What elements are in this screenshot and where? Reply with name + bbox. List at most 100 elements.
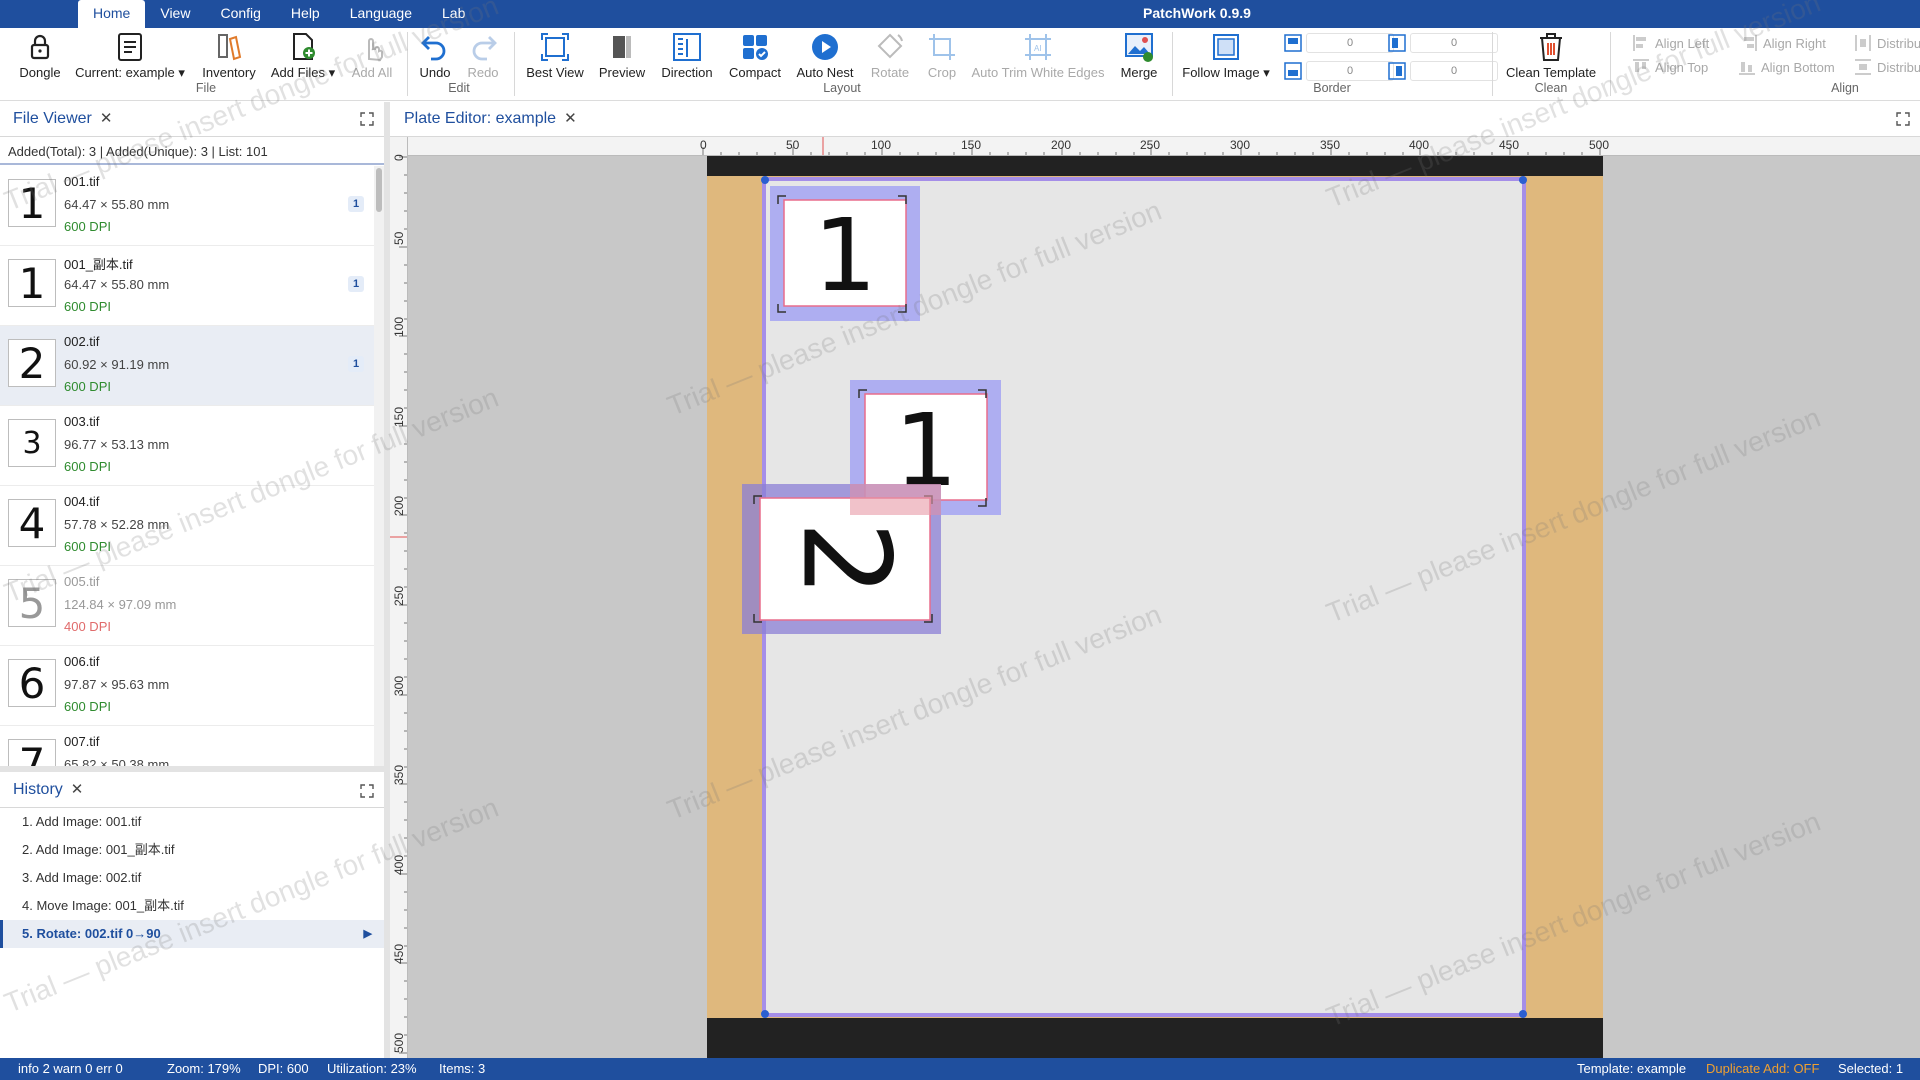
crop-button[interactable]: Crop [922, 30, 962, 86]
clean-template-button[interactable]: Clean Template [1500, 30, 1602, 86]
file-list[interactable]: 1 001.tif 64.47 × 55.80 mm 600 DPI 1 1 0… [0, 166, 374, 766]
menu-config[interactable]: Config [205, 0, 275, 28]
file-size: 65.82 × 50.38 mm [64, 757, 170, 766]
group-align-label: Align [1831, 81, 1859, 95]
align-bottom-button[interactable]: Align Bottom [1738, 58, 1835, 76]
align-bottom-label: Align Bottom [1761, 59, 1835, 75]
file-thumbnail: 6 [8, 659, 56, 708]
list-item[interactable]: 7 007.tif 65.82 × 50.38 mm [0, 726, 374, 766]
history-item[interactable]: 2. Add Image: 001_副本.tif [0, 836, 384, 864]
inventory-button[interactable]: Inventory [198, 30, 260, 86]
file-size: 96.77 × 53.13 mm [64, 437, 170, 452]
dongle-button[interactable]: Dongle [15, 30, 65, 86]
scrollbar-thumb[interactable] [376, 168, 382, 212]
maximize-icon[interactable] [1896, 112, 1910, 126]
list-item[interactable]: 2 002.tif 60.92 × 91.19 mm 600 DPI 1 [0, 326, 374, 406]
close-icon[interactable]: ✕ [100, 110, 113, 127]
plate-canvas[interactable]: 1 1 2 [408, 156, 1920, 1058]
tab-file-viewer[interactable]: File Viewer ✕ [13, 104, 112, 134]
redo-label: Redo [467, 65, 499, 80]
file-list-scrollbar[interactable] [374, 166, 384, 766]
plate-corner-handle[interactable] [761, 1010, 769, 1018]
ruler-label: 350 [1320, 138, 1341, 152]
history-item[interactable]: 4. Move Image: 001_副本.tif [0, 892, 384, 920]
history-item[interactable]: 3. Add Image: 002.tif [0, 864, 384, 892]
file-name: 003.tif [64, 414, 100, 429]
file-size: 124.84 × 97.09 mm [64, 597, 177, 612]
list-item[interactable]: 4 004.tif 57.78 × 52.28 mm 600 DPI [0, 486, 374, 566]
border-top-input[interactable]: 0 [1306, 33, 1394, 53]
status-zoom: Zoom: 179% [167, 1061, 241, 1076]
menu-help[interactable]: Help [276, 0, 335, 28]
menu-view[interactable]: View [145, 0, 205, 28]
horizontal-ruler: 0 50 100 150 200 250 300 350 400 450 500 [390, 137, 1920, 156]
align-top-button[interactable]: Align Top [1632, 58, 1708, 76]
close-icon[interactable]: ✕ [71, 781, 84, 798]
count-badge: 1 [348, 276, 364, 292]
file-dpi: 400 DPI [64, 619, 111, 634]
ruler-label: 450 [1499, 138, 1520, 152]
align-left-button[interactable]: Align Left [1632, 34, 1709, 52]
ribbon-separator [514, 32, 515, 96]
add-files-dropdown[interactable]: Add Files ▾ [268, 30, 338, 86]
list-item[interactable]: 3 003.tif 96.77 × 53.13 mm 600 DPI [0, 406, 374, 486]
ruler-label: 300 [1230, 138, 1251, 152]
merge-button[interactable]: Merge [1114, 30, 1164, 86]
add-file-icon [293, 33, 315, 60]
follow-image-dropdown[interactable]: Follow Image ▾ [1180, 30, 1272, 86]
status-log[interactable]: info 2 warn 0 err 0 [18, 1061, 123, 1076]
list-item[interactable]: 1 001_副本.tif 64.47 × 55.80 mm 600 DPI 1 [0, 246, 374, 326]
plate-corner-handle[interactable] [1519, 176, 1527, 184]
plate-corner-handle[interactable] [1519, 1010, 1527, 1018]
distribute-horizontal-button[interactable]: Distribu [1854, 34, 1920, 52]
direction-button[interactable]: Direction [656, 30, 718, 86]
list-item[interactable]: 6 006.tif 97.87 × 95.63 mm 600 DPI [0, 646, 374, 726]
maximize-icon[interactable] [360, 112, 374, 126]
undo-button[interactable]: Undo [415, 30, 455, 86]
close-icon[interactable]: ✕ [564, 110, 577, 127]
add-all-button[interactable]: Add All [348, 30, 396, 86]
tab-history[interactable]: History ✕ [13, 775, 83, 805]
history-item[interactable]: 1. Add Image: 001.tif [0, 808, 384, 836]
menu-language[interactable]: Language [335, 0, 427, 28]
file-dpi: 600 DPI [64, 459, 111, 474]
history-item-current[interactable]: 5. Rotate: 002.tif 0→90 ▶ [0, 920, 384, 948]
svg-text:1: 1 [813, 197, 877, 314]
ruler-label: 0 [700, 138, 707, 152]
current-template-dropdown[interactable]: Current: example ▾ [74, 30, 186, 86]
follow-image-icon [1213, 34, 1239, 60]
menu-lab[interactable]: Lab [427, 0, 480, 28]
ribbon-separator [1610, 32, 1611, 96]
align-left-label: Align Left [1655, 35, 1710, 51]
ruler-label: 0 [392, 154, 406, 161]
align-right-label: Align Right [1763, 35, 1826, 51]
file-thumbnail: 4 [8, 499, 56, 548]
best-view-button[interactable]: Best View [522, 30, 588, 86]
maximize-icon[interactable] [360, 784, 374, 798]
tab-plate-editor[interactable]: Plate Editor: example ✕ [404, 104, 577, 134]
align-right-button[interactable]: Align Right [1740, 34, 1826, 52]
placed-image-002-selected[interactable]: 2 [742, 484, 941, 634]
group-border-label: Border [1313, 81, 1351, 95]
redo-button[interactable]: Redo [463, 30, 503, 86]
status-items: Items: 3 [439, 1061, 486, 1076]
list-item[interactable]: 5 005.tif 124.84 × 97.09 mm 400 DPI [0, 566, 374, 646]
distribute-vertical-button[interactable]: Distribu [1854, 58, 1920, 76]
preview-button[interactable]: Preview [596, 30, 648, 86]
crop-icon [929, 34, 955, 60]
border-left-input[interactable]: 0 [1410, 61, 1498, 81]
rotate-button[interactable]: Rotate [866, 30, 914, 86]
placed-image-001[interactable]: 1 [770, 186, 920, 321]
border-right-input[interactable]: 0 [1410, 33, 1498, 53]
plate-corner-handle[interactable] [761, 176, 769, 184]
auto-trim-button[interactable]: AI Auto Trim White Edges [970, 30, 1106, 86]
ruler-label: 150 [961, 138, 982, 152]
status-duplicate-add[interactable]: Duplicate Add: OFF [1706, 1061, 1819, 1076]
hand-pointer-icon [368, 38, 383, 62]
list-item[interactable]: 1 001.tif 64.47 × 55.80 mm 600 DPI 1 [0, 166, 374, 246]
ruler-label: 400 [392, 854, 406, 875]
border-bottom-input[interactable]: 0 [1306, 61, 1394, 81]
auto-nest-button[interactable]: Auto Nest [792, 30, 858, 86]
menu-home[interactable]: Home [78, 0, 146, 28]
compact-button[interactable]: Compact [726, 30, 784, 86]
